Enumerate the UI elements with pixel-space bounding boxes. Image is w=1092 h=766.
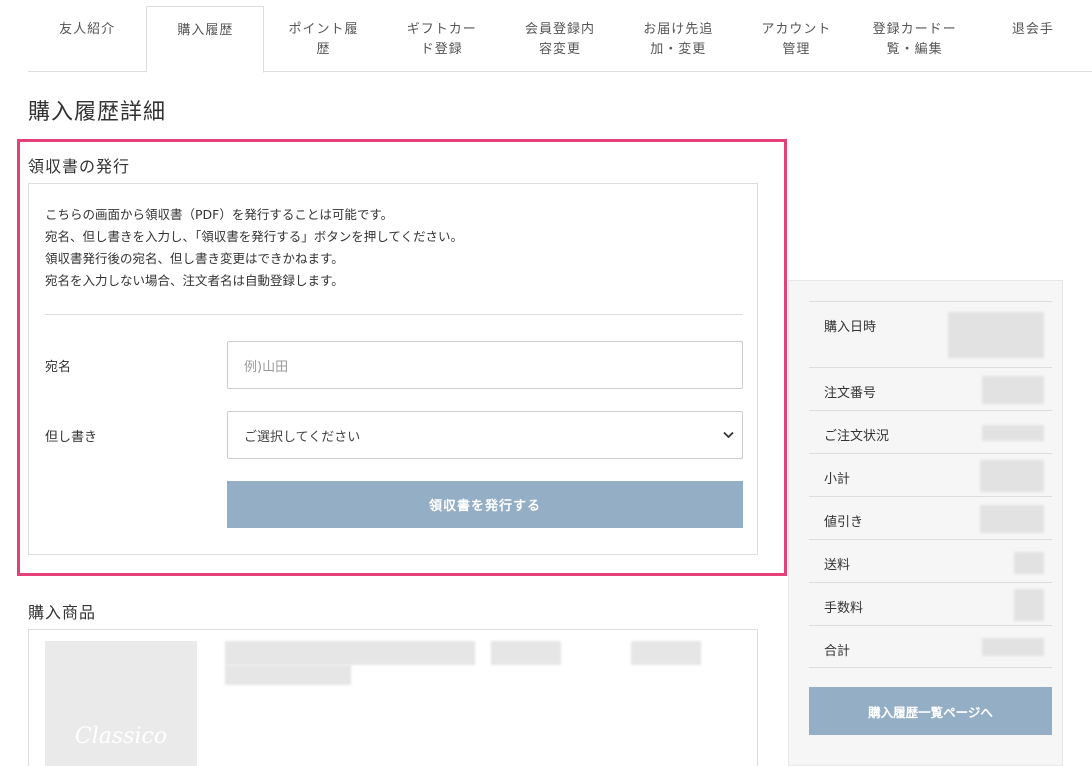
product-image-logo: Classico: [74, 723, 168, 749]
tab-delivery-address[interactable]: お届け先追 加・変更: [619, 6, 737, 72]
page-title: 購入履歴詳細: [28, 100, 167, 125]
redacted-value: [1014, 552, 1044, 574]
receipt-desc-line: 領収書発行後の宛名、但し書き変更はできかねます。: [45, 251, 344, 266]
back-to-history-button[interactable]: 購入履歴一覧ページへ: [809, 687, 1052, 735]
name-label: 宛名: [45, 360, 72, 375]
redacted-value: [1014, 589, 1044, 621]
summary-row-total: 合計: [809, 625, 1052, 668]
chevron-down-icon: [723, 429, 734, 442]
redacted-value: [982, 425, 1044, 441]
summary-label: 注文番号: [824, 386, 877, 401]
redacted-product-detail: [491, 641, 561, 665]
proviso-select[interactable]: ご選択してください: [227, 411, 743, 459]
redacted-value: [982, 376, 1044, 404]
summary-label: ご注文状況: [824, 429, 890, 444]
summary-row-discount: 値引き: [809, 496, 1052, 539]
divider: [45, 314, 743, 315]
account-tabs: 友人紹介 購入履歴 ポイント履 歴 ギフトカー ド登録 会員登録内 容変更 お届…: [28, 6, 1092, 73]
redacted-product-name: [225, 665, 351, 685]
tab-member-info[interactable]: 会員登録内 容変更: [501, 6, 619, 72]
tab-registered-cards[interactable]: 登録カードー 覧・編集: [856, 6, 974, 72]
receipt-desc-line: 宛名を入力しない場合、注文者名は自動登録します。: [45, 273, 344, 288]
summary-label: 合計: [824, 644, 851, 659]
summary-label: 小計: [824, 472, 851, 487]
summary-row-order-number: 注文番号: [809, 367, 1052, 410]
summary-row-purchase-date: 購入日時: [809, 301, 1052, 367]
summary-label: 購入日時: [824, 320, 877, 335]
summary-label: 手数料: [824, 601, 864, 616]
issue-receipt-button[interactable]: 領収書を発行する: [227, 481, 743, 528]
redacted-value: [980, 460, 1044, 492]
tab-account[interactable]: アカウント 管理: [737, 6, 855, 72]
tab-friend-referral[interactable]: 友人紹介: [28, 6, 146, 72]
summary-label: 送料: [824, 558, 851, 573]
order-summary: 購入日時 注文番号 ご注文状況 小計 値引き 送料 手数料 合計 購入履歴一覧ペ…: [788, 280, 1063, 766]
product-list: Classico: [28, 629, 758, 766]
receipt-desc-line: こちらの画面から領収書（PDF）を発行することは可能です。: [45, 207, 394, 222]
proviso-label: 但し書き: [45, 430, 98, 445]
redacted-value: [948, 312, 1044, 358]
redacted-value: [980, 505, 1044, 533]
receipt-panel: こちらの画面から領収書（PDF）を発行することは可能です。 宛名、但し書きを入力…: [28, 183, 758, 555]
summary-row-subtotal: 小計: [809, 453, 1052, 496]
tab-gift-card[interactable]: ギフトカー ド登録: [383, 6, 501, 72]
summary-label: 値引き: [824, 515, 864, 530]
receipt-section-title: 領収書の発行: [28, 157, 131, 176]
tab-purchase-history[interactable]: 購入履歴: [146, 6, 265, 73]
redacted-product-detail: [631, 641, 701, 665]
tab-withdraw[interactable]: 退会手: [974, 6, 1092, 72]
product-image[interactable]: Classico: [45, 641, 197, 766]
redacted-product-name: [225, 641, 475, 665]
receipt-desc-line: 宛名、但し書きを入力し、「領収書を発行する」ボタンを押してください。: [45, 229, 464, 244]
summary-row-shipping: 送料: [809, 539, 1052, 582]
summary-row-order-status: ご注文状況: [809, 410, 1052, 453]
name-input-placeholder: 例)山田: [244, 359, 289, 375]
receipt-description: こちらの画面から領収書（PDF）を発行することは可能です。 宛名、但し書きを入力…: [45, 204, 463, 292]
summary-row-fee: 手数料: [809, 582, 1052, 625]
proviso-selected-value: ご選択してください: [244, 429, 361, 445]
name-input[interactable]: 例)山田: [227, 341, 743, 389]
redacted-value: [982, 638, 1044, 656]
products-section-title: 購入商品: [28, 603, 97, 622]
tab-point-history[interactable]: ポイント履 歴: [264, 6, 382, 72]
